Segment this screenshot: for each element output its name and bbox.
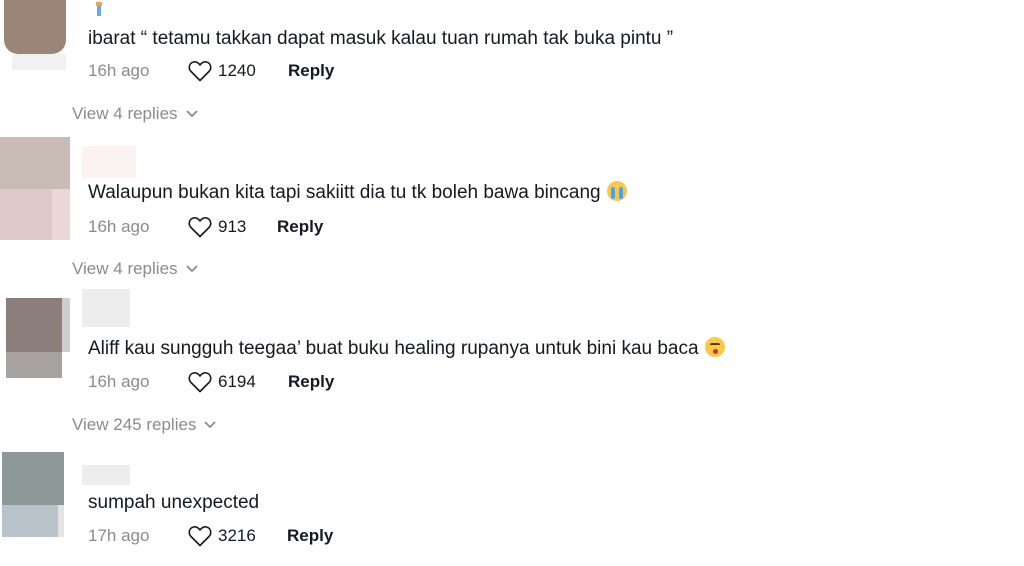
view-replies-label: View 4 replies	[72, 104, 178, 123]
avatar[interactable]	[4, 0, 66, 70]
comment-timestamp: 16h ago	[88, 372, 150, 391]
comment-timestamp: 16h ago	[88, 217, 150, 236]
comment-text: ibarat “ tetamu takkan dapat masuk kalau…	[88, 28, 674, 49]
comment-timestamp: 17h ago	[88, 526, 150, 545]
chevron-down-icon	[185, 110, 198, 118]
heart-outline-icon	[188, 372, 212, 393]
reply-button[interactable]: Reply	[288, 370, 334, 394]
view-replies-label: View 245 replies	[72, 415, 197, 434]
flushed-face-icon	[704, 337, 725, 357]
like-count: 6194	[218, 372, 256, 391]
like-count: 1240	[218, 61, 256, 80]
view-replies-button[interactable]: View 4 replies	[72, 102, 198, 126]
view-replies-button[interactable]: View 4 replies	[72, 257, 198, 281]
like-button[interactable]: 6194	[188, 370, 256, 394]
heart-outline-icon	[188, 526, 212, 547]
like-button[interactable]: 913	[188, 215, 246, 239]
reply-button[interactable]: Reply	[277, 215, 323, 239]
flair-icon	[96, 2, 102, 16]
avatar[interactable]	[0, 137, 70, 240]
heart-outline-icon	[188, 61, 212, 82]
avatar[interactable]	[2, 452, 64, 537]
like-count: 3216	[218, 526, 256, 545]
view-replies-label: View 4 replies	[72, 259, 178, 278]
comment-timestamp: 16h ago	[88, 61, 150, 80]
like-count: 913	[218, 217, 247, 236]
like-button[interactable]: 1240	[188, 59, 256, 83]
comment-text: Aliff kau sungguh teegaa’ buat buku heal…	[88, 337, 725, 361]
comment-text: sumpah unexpected	[88, 492, 260, 513]
chevron-down-icon	[185, 265, 198, 273]
like-button[interactable]: 3216	[188, 524, 256, 548]
reply-button[interactable]: Reply	[288, 59, 334, 83]
avatar[interactable]	[6, 298, 70, 378]
view-replies-button[interactable]: View 245 replies	[72, 413, 217, 437]
heart-outline-icon	[188, 217, 212, 238]
username-blurred	[82, 146, 136, 178]
reply-button[interactable]: Reply	[287, 524, 333, 548]
comment-text: Walaupun bukan kita tapi sakiitt dia tu …	[88, 181, 627, 205]
chevron-down-icon	[204, 421, 217, 429]
username-blurred	[82, 289, 130, 327]
loudly-crying-face-icon	[606, 181, 627, 201]
username-blurred	[82, 465, 130, 485]
